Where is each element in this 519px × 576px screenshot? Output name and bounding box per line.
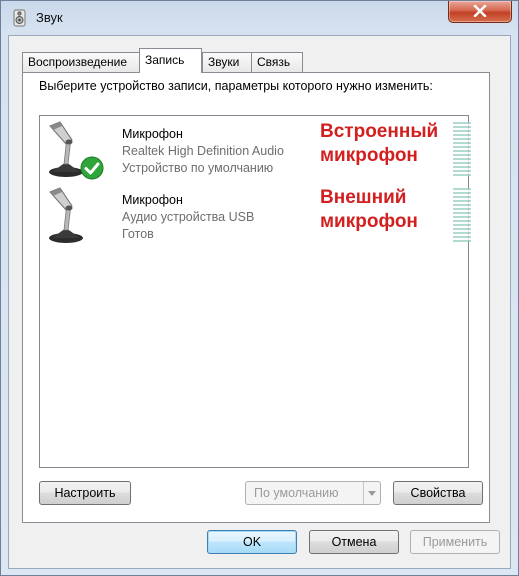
annotation-builtin: Встроенный микрофон: [320, 120, 438, 168]
tab-recording[interactable]: Запись: [139, 48, 202, 73]
tab-playback[interactable]: Воспроизведение: [22, 52, 140, 72]
close-icon: [473, 5, 487, 17]
default-check-icon: [80, 156, 104, 180]
sound-dialog-window: Звук Воспроизведение Запись Звуки Связь …: [0, 0, 519, 576]
configure-button[interactable]: Настроить: [39, 481, 131, 505]
tab-communications[interactable]: Связь: [251, 52, 303, 72]
set-default-dropdown[interactable]: [363, 482, 380, 504]
annotation-line: микрофон: [320, 145, 418, 166]
cancel-button[interactable]: Отмена: [309, 530, 399, 554]
window-title: Звук: [36, 10, 63, 25]
level-meter: [453, 188, 471, 242]
device-status: Устройство по умолчанию: [122, 161, 274, 175]
ok-button[interactable]: OK: [207, 530, 297, 554]
level-meter: [453, 122, 471, 176]
device-status: Готов: [122, 227, 154, 241]
properties-button[interactable]: Свойства: [393, 481, 483, 505]
device-prompt: Выберите устройство записи, параметры ко…: [39, 79, 433, 93]
device-list[interactable]: Микрофон Realtek High Definition Audio У…: [39, 115, 471, 468]
annotation-external: Внешний микрофон: [320, 186, 418, 234]
microphone-icon: [44, 184, 106, 248]
device-description: Аудио устройства USB: [122, 210, 255, 224]
apply-button[interactable]: Применить: [410, 530, 500, 554]
tab-sounds[interactable]: Звуки: [202, 52, 252, 72]
dialog-client-area: Воспроизведение Запись Звуки Связь Выбер…: [8, 35, 511, 569]
chevron-down-icon: [368, 491, 376, 496]
speaker-icon: [11, 9, 29, 27]
annotation-line: Внешний: [320, 187, 407, 208]
device-name: Микрофон: [122, 193, 183, 207]
recording-tab-panel: Выберите устройство записи, параметры ко…: [22, 72, 490, 523]
device-description: Realtek High Definition Audio: [122, 144, 284, 158]
list-item-device-usb[interactable]: Микрофон Аудио устройства USB Готов Внеш…: [40, 184, 471, 248]
set-default-button[interactable]: По умолчанию: [245, 481, 381, 505]
microphone-icon: [44, 118, 106, 182]
annotation-line: Встроенный: [320, 121, 439, 142]
title-bar[interactable]: Звук: [1, 1, 518, 35]
set-default-label: По умолчанию: [254, 486, 339, 500]
list-item-device-builtin[interactable]: Микрофон Realtek High Definition Audio У…: [40, 118, 471, 182]
device-name: Микрофон: [122, 127, 183, 141]
annotation-line: микрофон: [320, 211, 418, 232]
close-button[interactable]: [448, 1, 512, 23]
